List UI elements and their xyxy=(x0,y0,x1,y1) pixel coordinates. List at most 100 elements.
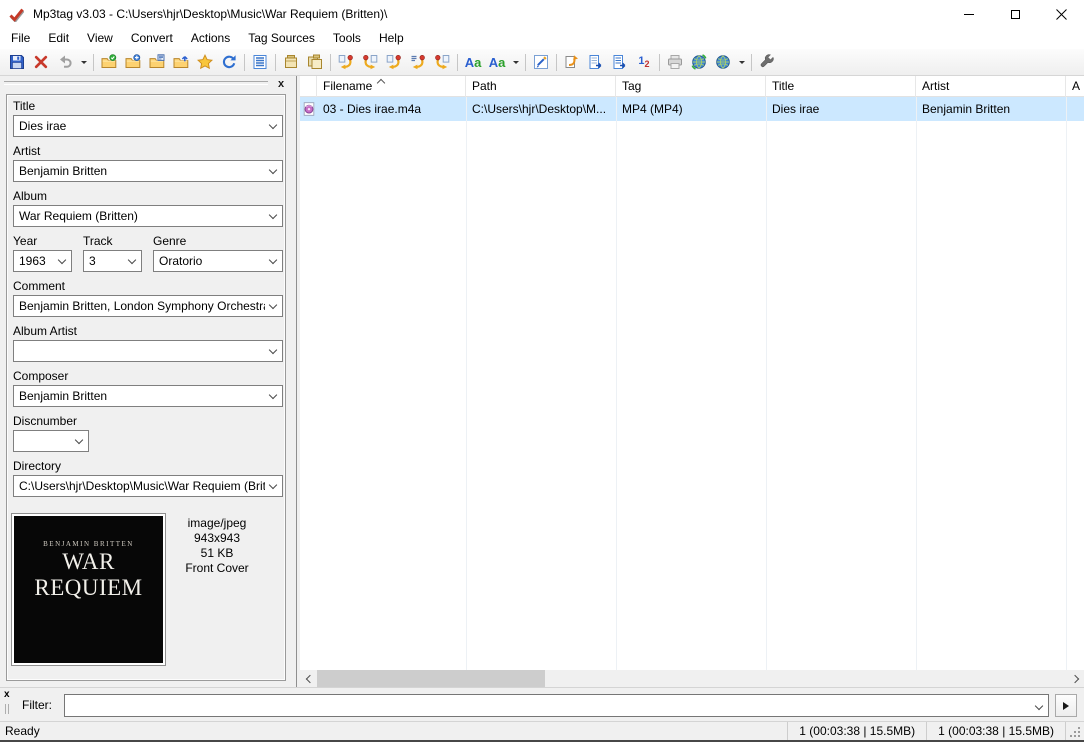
album-field[interactable] xyxy=(13,205,283,227)
autonumbering-wizard-icon: 12 xyxy=(638,55,649,69)
autonumbering-wizard-button[interactable]: 12 xyxy=(632,51,656,74)
menu-actions[interactable]: Actions xyxy=(182,28,239,49)
file-list: Filename Path Tag Title Artist A 03 - Di… xyxy=(300,76,1084,687)
scroll-left-button[interactable] xyxy=(300,670,317,687)
web-sources-menu-button[interactable] xyxy=(711,51,735,74)
composer-input[interactable] xyxy=(14,386,282,406)
artist-field[interactable] xyxy=(13,160,283,182)
menu-convert[interactable]: Convert xyxy=(122,28,182,49)
actions-button[interactable] xyxy=(529,51,553,74)
paste-tag-button[interactable] xyxy=(303,51,327,74)
playlist-button[interactable] xyxy=(584,51,608,74)
actions-pencil-icon xyxy=(533,54,549,70)
status-bar: Ready 1 (00:03:38 | 15.5MB) 1 (00:03:38 … xyxy=(0,721,1084,740)
case-conversion-menu-button[interactable]: Aa xyxy=(485,51,509,74)
playlist-icon xyxy=(588,54,604,70)
track-field[interactable] xyxy=(83,250,142,272)
horizontal-scrollbar[interactable] xyxy=(300,670,1084,687)
add-directory-button[interactable] xyxy=(121,51,145,74)
column-header-artist[interactable]: Artist xyxy=(916,76,1066,97)
change-directory-button[interactable] xyxy=(97,51,121,74)
comment-field[interactable] xyxy=(13,295,283,317)
album-input[interactable] xyxy=(14,206,282,226)
column-header-filename[interactable]: Filename xyxy=(317,76,466,97)
menu-help[interactable]: Help xyxy=(370,28,413,49)
album-artist-field[interactable] xyxy=(13,340,283,362)
maximize-button[interactable] xyxy=(992,0,1038,28)
change-directory-icon xyxy=(101,54,117,70)
panel-splitter[interactable] xyxy=(296,76,297,687)
year-field[interactable] xyxy=(13,250,72,272)
convert-filename-filename-button[interactable] xyxy=(382,51,406,74)
column-header-title[interactable]: Title xyxy=(766,76,916,97)
save-button[interactable] xyxy=(5,51,29,74)
column-header-path[interactable]: Path xyxy=(466,76,616,97)
scrollbar-thumb[interactable] xyxy=(317,670,545,687)
filter-apply-button[interactable] xyxy=(1055,694,1077,717)
convert-textfile-tag-button[interactable] xyxy=(406,51,430,74)
case-conversion-caret-button[interactable] xyxy=(509,51,522,74)
menu-file[interactable]: File xyxy=(2,28,39,49)
column-header-tag[interactable]: Tag xyxy=(616,76,766,97)
favorite-directories-button[interactable] xyxy=(193,51,217,74)
convert-filename-tag-button[interactable] xyxy=(358,51,382,74)
directory-input[interactable] xyxy=(14,476,282,496)
recent-directories-button[interactable] xyxy=(145,51,169,74)
dropdown-caret-icon xyxy=(513,61,519,67)
tag-panel-close-button[interactable]: x xyxy=(274,77,288,91)
remove-tag-button[interactable] xyxy=(29,51,53,74)
artist-input[interactable] xyxy=(14,161,282,181)
genre-field[interactable] xyxy=(153,250,283,272)
menu-tag-sources[interactable]: Tag Sources xyxy=(239,28,324,49)
composer-field[interactable] xyxy=(13,385,283,407)
discnumber-field[interactable] xyxy=(13,430,89,452)
export-button[interactable] xyxy=(560,51,584,74)
comment-input[interactable] xyxy=(14,296,282,316)
album-artist-input[interactable] xyxy=(14,341,282,361)
minimize-button[interactable] xyxy=(946,0,992,28)
filter-field[interactable] xyxy=(64,694,1049,717)
convert-filename-tag-icon xyxy=(362,54,378,70)
convert-tag-tag-button[interactable] xyxy=(430,51,454,74)
title-field[interactable] xyxy=(13,115,283,137)
web-sources-caret-button[interactable] xyxy=(735,51,748,74)
undo-menu-button[interactable] xyxy=(77,51,90,74)
column-header-icon[interactable] xyxy=(300,76,317,97)
title-input[interactable] xyxy=(14,116,282,136)
filter-grip-handle[interactable] xyxy=(5,704,9,714)
print-icon xyxy=(667,54,683,70)
refresh-button[interactable] xyxy=(217,51,241,74)
filter-input[interactable] xyxy=(65,695,1048,716)
table-row-selected[interactable]: 03 - Dies irae.m4a C:\Users\hjr\Desktop\… xyxy=(300,97,1084,121)
playlist-selected-button[interactable] xyxy=(608,51,632,74)
resize-grip[interactable] xyxy=(1070,726,1081,737)
recent-directories-icon xyxy=(149,54,165,70)
panel-grabber-handle[interactable] xyxy=(4,81,268,85)
menu-edit[interactable]: Edit xyxy=(39,28,78,49)
cover-art[interactable]: BENJAMIN BRITTEN WAR REQUIEM xyxy=(11,513,166,666)
file-list-header: Filename Path Tag Title Artist A xyxy=(300,76,1084,97)
close-button[interactable] xyxy=(1038,0,1084,28)
filter-close-button[interactable]: x xyxy=(4,689,10,701)
options-wrench-icon xyxy=(759,54,775,70)
copy-tag-button[interactable] xyxy=(279,51,303,74)
status-counts: 1 (00:03:38 | 15.5MB) 1 (00:03:38 | 15.5… xyxy=(787,722,1071,740)
case-conversion-button[interactable]: Aa xyxy=(461,51,485,74)
directory-field[interactable] xyxy=(13,475,283,497)
menu-view[interactable]: View xyxy=(78,28,122,49)
scroll-right-button[interactable] xyxy=(1067,670,1084,687)
web-source-button[interactable] xyxy=(687,51,711,74)
genre-input[interactable] xyxy=(154,251,282,271)
menu-tools[interactable]: Tools xyxy=(324,28,370,49)
undo-button[interactable] xyxy=(53,51,77,74)
maximize-icon xyxy=(1011,10,1020,19)
options-button[interactable] xyxy=(755,51,779,74)
cover-file-size: 51 KB xyxy=(165,546,269,561)
parent-directory-button[interactable] xyxy=(169,51,193,74)
parent-directory-icon xyxy=(173,54,189,70)
column-header-album[interactable]: A xyxy=(1066,76,1084,97)
cover-art-info: image/jpeg 943x943 51 KB Front Cover xyxy=(165,516,269,576)
extended-tags-button[interactable] xyxy=(248,51,272,74)
title-label: Title xyxy=(13,99,35,113)
convert-tag-filename-button[interactable] xyxy=(334,51,358,74)
